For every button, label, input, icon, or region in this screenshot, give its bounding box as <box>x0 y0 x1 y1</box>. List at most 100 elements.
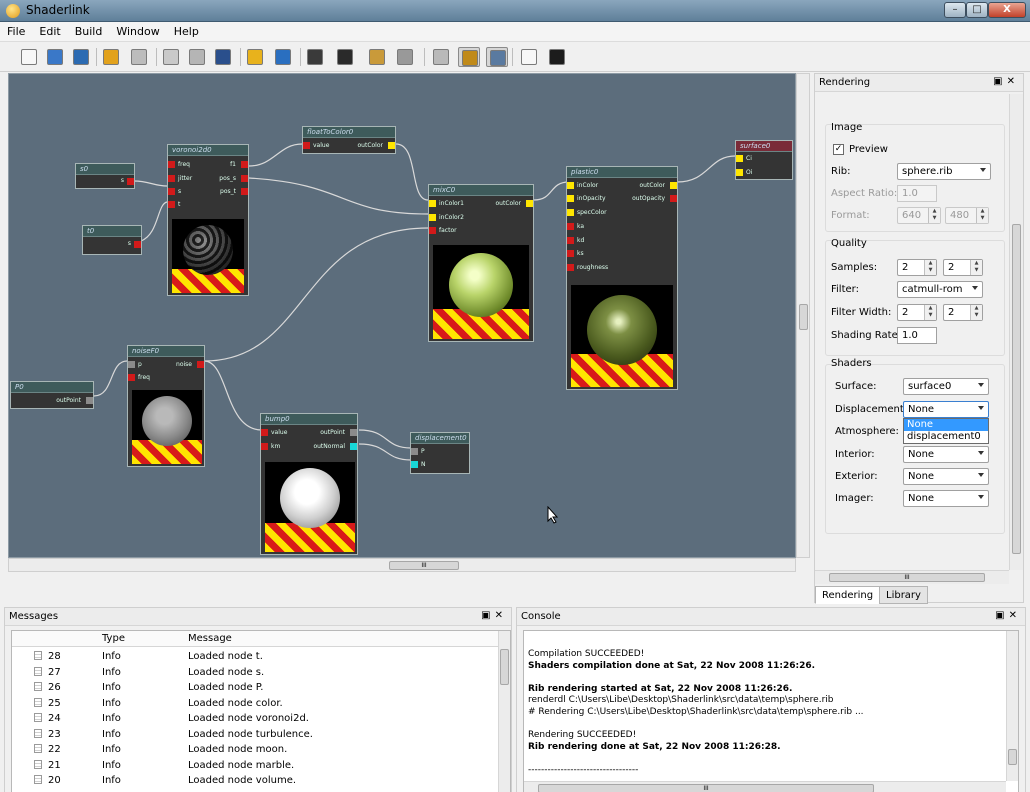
surface-combobox[interactable]: surface0 <box>903 378 989 395</box>
editor-vertical-scrollbar[interactable] <box>796 73 810 558</box>
output-port[interactable] <box>670 182 677 189</box>
node-t0[interactable]: t0 s <box>82 225 142 255</box>
table-row[interactable]: 20 Info Loaded node volume. <box>12 773 498 788</box>
view-mode-c-button[interactable] <box>486 47 508 67</box>
list-view-button[interactable] <box>518 47 540 67</box>
table-row[interactable]: 25 Info Loaded node color. <box>12 696 498 711</box>
view-mode-b-button[interactable] <box>458 47 480 67</box>
input-port[interactable] <box>567 237 574 244</box>
globe-button[interactable] <box>272 47 294 67</box>
view-mode-a-button[interactable] <box>430 47 452 67</box>
scroll-thumb[interactable] <box>799 304 808 330</box>
fit-view-button[interactable] <box>304 47 326 67</box>
output-port[interactable] <box>241 161 248 168</box>
input-port[interactable] <box>567 209 574 216</box>
dropdown-option[interactable]: displacement0 <box>904 431 988 443</box>
column-message-header[interactable]: Message <box>188 633 232 644</box>
input-port[interactable] <box>168 188 175 195</box>
console-output[interactable]: Compilation SUCCEEDED! Shaders compilatio… <box>523 630 1019 792</box>
input-port[interactable] <box>567 264 574 271</box>
input-port[interactable] <box>411 461 418 468</box>
table-row[interactable]: 21 Info Loaded node marble. <box>12 758 498 773</box>
format-width-spinbox[interactable]: 640 ▲ ▼ <box>897 207 941 224</box>
rendering-vertical-scrollbar[interactable] <box>1009 94 1023 570</box>
node-mixC0[interactable]: mixC0 inColor1 inColor2 factor outColor <box>428 184 534 342</box>
node-floatToColor0[interactable]: floatToColor0 value outColor <box>302 126 396 154</box>
input-port[interactable] <box>168 161 175 168</box>
filter-width-y-spinbox[interactable]: 2 ▲ ▼ <box>943 304 983 321</box>
preview-checkbox[interactable]: ✓ <box>833 144 844 155</box>
maximize-button[interactable]: □ <box>966 2 988 18</box>
menu-help[interactable]: Help <box>167 22 206 38</box>
output-port[interactable] <box>241 175 248 182</box>
output-port[interactable] <box>388 142 395 149</box>
input-port[interactable] <box>128 374 135 381</box>
menu-file[interactable]: File <box>0 22 32 38</box>
rib-combobox[interactable]: sphere.rib <box>897 163 991 180</box>
menu-build[interactable]: Build <box>68 22 110 38</box>
input-port[interactable] <box>168 175 175 182</box>
scroll-thumb[interactable] <box>500 649 509 685</box>
input-port[interactable] <box>736 155 743 162</box>
menu-edit[interactable]: Edit <box>32 22 67 38</box>
table-row[interactable]: 26 Info Loaded node P. <box>12 680 498 695</box>
dock-float-icon[interactable]: ▣ <box>993 76 1006 87</box>
interior-combobox[interactable]: None <box>903 446 989 463</box>
output-port[interactable] <box>86 397 93 404</box>
dock-close-icon[interactable]: ✕ <box>1009 610 1021 621</box>
close-button[interactable]: X <box>988 2 1026 18</box>
table-row[interactable]: 24 Info Loaded node voronoi2d. <box>12 711 498 726</box>
input-port[interactable] <box>567 182 574 189</box>
input-port[interactable] <box>168 201 175 208</box>
input-port[interactable] <box>736 169 743 176</box>
copy-button[interactable] <box>160 47 182 67</box>
input-port[interactable] <box>303 142 310 149</box>
tab-library[interactable]: Library <box>879 586 928 604</box>
dock-float-icon[interactable]: ▣ <box>995 610 1008 621</box>
displacement-combobox[interactable]: None <box>903 401 989 418</box>
node-bump0[interactable]: bump0 value km outPoint outNormal <box>260 413 358 555</box>
scroll-thumb[interactable]: III <box>389 561 459 570</box>
input-port[interactable] <box>567 250 574 257</box>
node-editor-canvas[interactable]: s0 s t0 s voronoi2d0 freq jitter s t f1 … <box>8 73 796 558</box>
terminal-button[interactable] <box>546 47 568 67</box>
samples-x-spinbox[interactable]: 2 ▲ ▼ <box>897 259 937 276</box>
input-port[interactable] <box>261 443 268 450</box>
format-height-spinbox[interactable]: 480 ▲ ▼ <box>945 207 989 224</box>
clapperboard-button[interactable] <box>334 47 356 67</box>
exterior-combobox[interactable]: None <box>903 468 989 485</box>
scroll-thumb[interactable]: III <box>829 573 985 582</box>
render-settings-button[interactable] <box>212 47 234 67</box>
node-noiseF0[interactable]: noiseF0 p freq noise <box>127 345 205 467</box>
node-s0[interactable]: s0 s <box>75 163 135 189</box>
output-port[interactable] <box>670 195 677 202</box>
minimize-button[interactable]: – <box>944 2 966 18</box>
output-port[interactable] <box>241 188 248 195</box>
output-port[interactable] <box>526 200 533 207</box>
output-port[interactable] <box>350 443 357 450</box>
input-port[interactable] <box>429 227 436 234</box>
new-file-button[interactable] <box>18 47 40 67</box>
paste-button[interactable] <box>186 47 208 67</box>
input-port[interactable] <box>261 429 268 436</box>
clean-broom-button[interactable] <box>244 47 266 67</box>
input-port[interactable] <box>411 448 418 455</box>
dock-close-icon[interactable]: ✕ <box>1007 76 1019 87</box>
aspect-ratio-field[interactable]: 1.0 <box>897 185 937 202</box>
table-row[interactable]: 23 Info Loaded node turbulence. <box>12 727 498 742</box>
save-button[interactable] <box>70 47 92 67</box>
rendering-horizontal-scrollbar[interactable]: III <box>815 570 1009 584</box>
redo-button[interactable] <box>128 47 150 67</box>
output-port[interactable] <box>134 241 141 248</box>
input-port[interactable] <box>128 361 135 368</box>
tab-rendering[interactable]: Rendering <box>815 586 881 604</box>
messages-table[interactable]: Type Message 28 Info Loaded node t. 27 Info L… <box>11 630 511 792</box>
node-surface0[interactable]: surface0 Ci Oi <box>735 140 793 180</box>
input-port[interactable] <box>429 200 436 207</box>
node-plastic0[interactable]: plastic0 inColor inOpacity specColor ka … <box>566 166 678 390</box>
menu-window[interactable]: Window <box>109 22 166 38</box>
filter-width-x-spinbox[interactable]: 2 ▲ ▼ <box>897 304 937 321</box>
input-port[interactable] <box>567 223 574 230</box>
editor-horizontal-scrollbar[interactable]: III <box>8 558 796 572</box>
output-port[interactable] <box>350 429 357 436</box>
